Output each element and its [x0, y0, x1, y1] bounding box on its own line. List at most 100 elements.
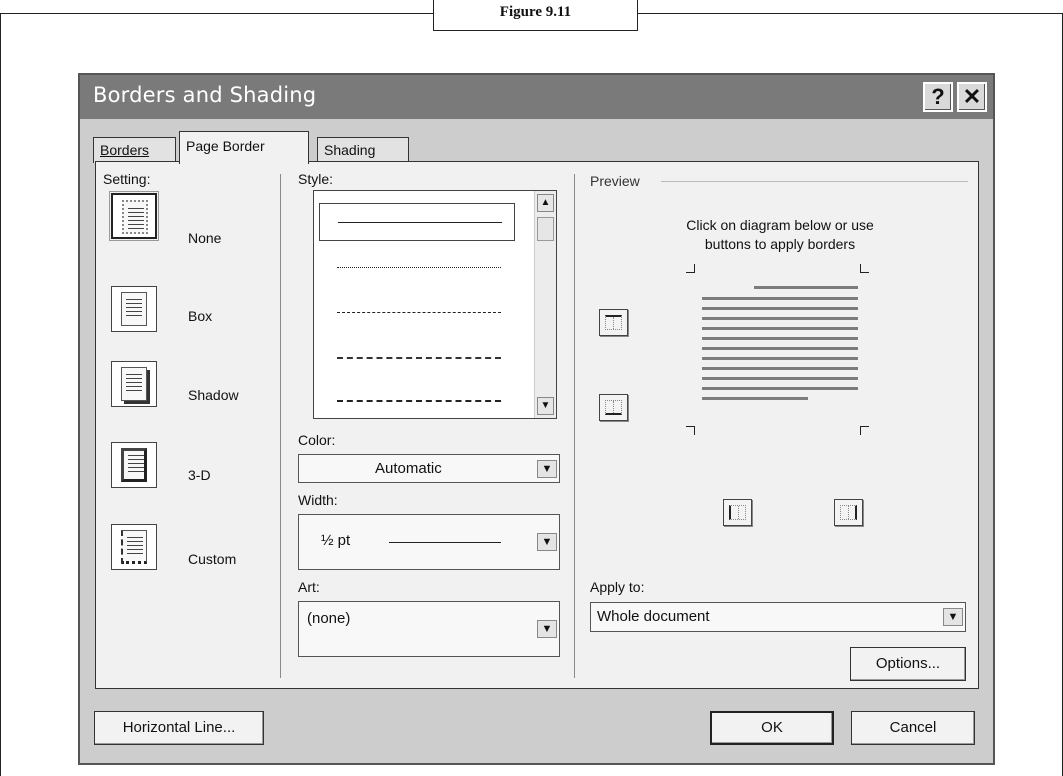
doc-line	[702, 327, 858, 330]
page-thumbnail-icon	[121, 448, 147, 482]
corner-mark-icon	[860, 264, 869, 273]
color-value: Automatic	[375, 460, 442, 477]
page-thumbnail-icon	[121, 292, 147, 326]
doc-line	[702, 357, 858, 360]
dash-dot-line-icon	[337, 400, 501, 402]
dotted-line-icon	[337, 267, 501, 268]
bottom-border-button[interactable]	[599, 394, 628, 421]
chevron-down-icon[interactable]: ▼	[537, 620, 557, 638]
setting-none-label[interactable]: None	[188, 230, 221, 246]
setting-shadow-label[interactable]: Shadow	[188, 387, 239, 403]
doc-line	[702, 377, 858, 380]
width-line-sample	[389, 542, 501, 543]
width-label: Width:	[298, 492, 338, 508]
corner-mark-icon	[686, 426, 695, 435]
art-dropdown[interactable]: (none) ▼	[298, 601, 560, 657]
page-thumbnail-icon	[121, 367, 147, 401]
dashed-line-icon	[337, 312, 501, 313]
tab-panel: Setting: None Box Shadow 3-D Custom Styl…	[95, 161, 979, 689]
scroll-down-icon[interactable]: ▼	[537, 397, 554, 415]
doc-line	[702, 387, 858, 390]
doc-line	[702, 317, 858, 320]
tab-page-border-label: Page Border	[186, 138, 265, 154]
apply-to-value: Whole document	[597, 608, 710, 625]
color-dropdown[interactable]: Automatic ▼	[298, 454, 560, 483]
preview-hint: Click on diagram below or use buttons to…	[590, 216, 970, 254]
top-border-icon	[605, 315, 622, 330]
art-value: (none)	[307, 610, 351, 627]
top-border-button[interactable]	[599, 309, 628, 336]
style-label: Style:	[298, 171, 334, 187]
page-thumbnail-icon	[121, 530, 147, 564]
width-value: ½ pt	[321, 532, 351, 549]
style-item-dashed[interactable]	[319, 294, 515, 332]
preview-hint-line1: Click on diagram below or use	[686, 217, 874, 233]
setting-custom-label[interactable]: Custom	[188, 551, 236, 567]
dialog-title: Borders and Shading	[93, 83, 317, 107]
doc-line	[702, 367, 858, 370]
scroll-up-icon[interactable]: ▲	[537, 194, 554, 212]
style-scrollbar[interactable]: ▲ ▼	[534, 191, 556, 418]
solid-line-icon	[338, 222, 502, 223]
preview-hint-line2: buttons to apply borders	[704, 236, 856, 252]
tab-borders-label: Borders	[100, 142, 150, 158]
apply-to-dropdown[interactable]: Whole document ▼	[590, 602, 966, 632]
bottom-border-icon	[605, 400, 622, 415]
left-border-button[interactable]	[723, 499, 752, 526]
tab-borders[interactable]: Borders	[93, 137, 176, 163]
figure-frame-top-left	[0, 13, 433, 14]
style-list[interactable]: ▲ ▼	[313, 190, 557, 419]
help-icon[interactable]: ?	[923, 82, 953, 112]
options-button[interactable]: Options...	[850, 647, 966, 681]
doc-line	[702, 347, 858, 350]
close-icon[interactable]: ✕	[957, 82, 987, 112]
ok-button[interactable]: OK	[710, 711, 834, 745]
style-item-solid[interactable]	[319, 203, 515, 241]
style-item-dash-dot[interactable]	[319, 382, 515, 420]
style-item-dotted[interactable]	[319, 249, 515, 287]
setting-box-label[interactable]: Box	[188, 308, 212, 324]
tab-shading[interactable]: Shading	[317, 137, 409, 163]
art-label: Art:	[298, 579, 320, 595]
page-thumbnail-icon	[122, 200, 148, 234]
setting-label: Setting:	[103, 171, 151, 187]
scroll-thumb[interactable]	[537, 217, 554, 241]
long-dashed-line-icon	[337, 357, 501, 359]
separator	[280, 174, 281, 678]
doc-line	[702, 297, 858, 300]
width-dropdown[interactable]: ½ pt ▼	[298, 514, 560, 570]
corner-mark-icon	[860, 426, 869, 435]
doc-line	[702, 307, 858, 310]
figure-caption: Figure 9.11	[433, 0, 638, 31]
figure-frame-top-right	[638, 13, 1063, 14]
chevron-down-icon[interactable]: ▼	[943, 608, 963, 626]
tab-shading-label: Shading	[324, 142, 376, 158]
setting-3d-thumb[interactable]	[111, 442, 157, 488]
borders-and-shading-dialog: Borders and Shading ? ✕ Borders Page Bor…	[78, 73, 995, 765]
setting-none-thumb[interactable]	[109, 191, 159, 241]
right-border-icon	[840, 505, 857, 520]
preview-label: Preview	[590, 173, 640, 189]
doc-line	[702, 337, 858, 340]
color-label: Color:	[298, 432, 336, 448]
cancel-button[interactable]: Cancel	[851, 711, 975, 745]
apply-to-label: Apply to:	[590, 579, 645, 595]
horizontal-line-button[interactable]: Horizontal Line...	[94, 711, 264, 745]
figure-frame-left	[0, 13, 1, 776]
tab-page-border[interactable]: Page Border	[179, 131, 309, 164]
chevron-down-icon[interactable]: ▼	[537, 459, 557, 478]
doc-line	[754, 286, 858, 289]
chevron-down-icon[interactable]: ▼	[537, 533, 557, 551]
separator	[574, 174, 575, 678]
corner-mark-icon	[686, 264, 695, 273]
setting-box-thumb[interactable]	[111, 286, 157, 332]
setting-shadow-thumb[interactable]	[111, 361, 157, 407]
setting-custom-thumb[interactable]	[111, 524, 157, 570]
setting-3d-label[interactable]: 3-D	[188, 467, 211, 483]
style-item-long-dashed[interactable]	[319, 339, 515, 377]
left-border-icon	[729, 505, 746, 520]
title-bar: Borders and Shading ? ✕	[80, 75, 993, 119]
preview-diagram[interactable]	[686, 264, 886, 464]
right-border-button[interactable]	[834, 499, 863, 526]
preview-rule	[661, 181, 968, 182]
